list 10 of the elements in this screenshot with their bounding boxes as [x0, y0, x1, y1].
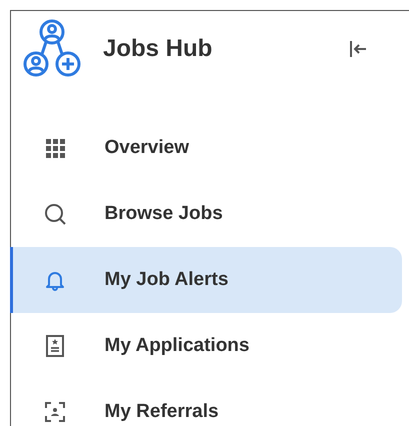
nav-item[interactable]: My Job Alerts	[10, 247, 402, 313]
people-network-icon	[22, 19, 82, 79]
person-frame-icon	[42, 400, 66, 424]
nav-item[interactable]: My Referrals	[10, 379, 402, 426]
collapse-icon	[349, 40, 367, 58]
nav-item[interactable]: My Applications	[10, 313, 402, 379]
app-title: Jobs Hub	[103, 34, 212, 64]
search-icon	[42, 202, 66, 226]
nav-item[interactable]: Overview	[10, 115, 402, 181]
nav-item[interactable]: Browse Jobs	[10, 181, 402, 247]
